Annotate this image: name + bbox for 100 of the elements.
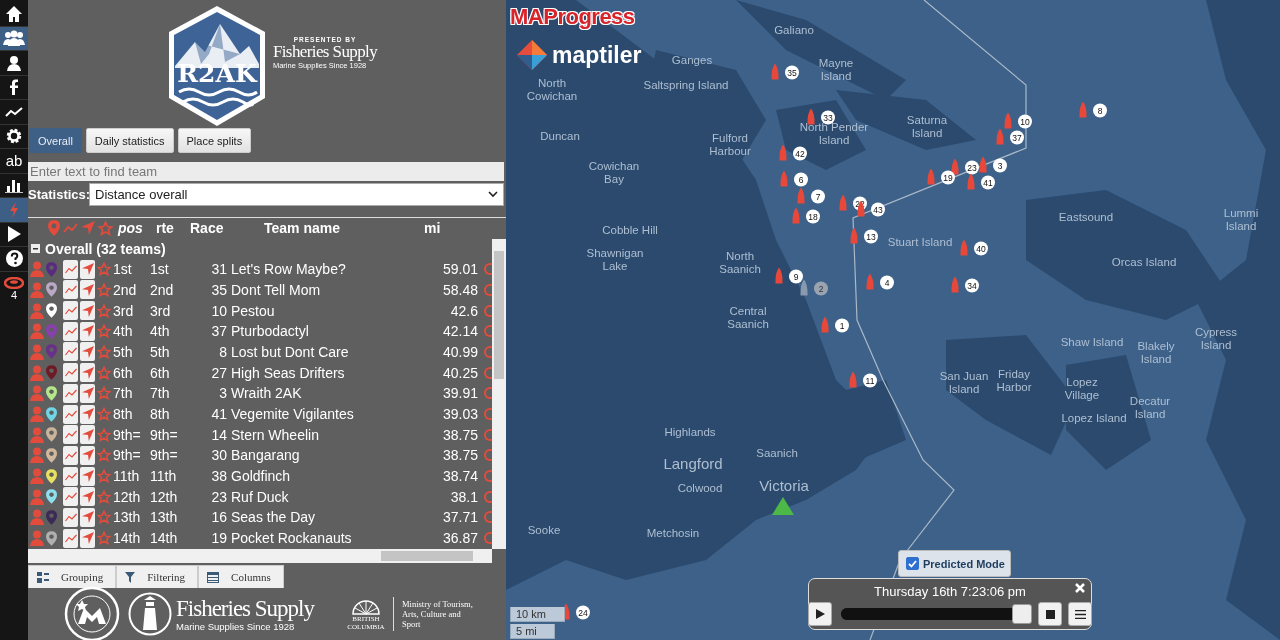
table-cell-text: 58.48 bbox=[441, 281, 478, 298]
navigation-arrow-button[interactable] bbox=[80, 528, 95, 548]
maptiler-logo-icon bbox=[516, 39, 548, 71]
person-icon[interactable] bbox=[30, 426, 44, 443]
navigation-arrow-icon bbox=[81, 408, 94, 421]
table-cell-text: 38.74 bbox=[441, 468, 478, 485]
navigation-arrow-button[interactable] bbox=[80, 363, 95, 383]
boat-icon[interactable] bbox=[800, 279, 808, 297]
table-cell-text: 19 bbox=[210, 530, 227, 547]
column-header[interactable]: Race bbox=[190, 220, 264, 237]
star-icon[interactable] bbox=[97, 344, 111, 359]
bar-chart-icon bbox=[5, 177, 23, 194]
pin-icon[interactable] bbox=[46, 489, 57, 505]
place-label: Blakely Island bbox=[1136, 340, 1176, 366]
group-button[interactable] bbox=[0, 26, 28, 51]
place-label: Cobble Hill bbox=[602, 223, 658, 237]
place-label: Ganges bbox=[671, 53, 713, 67]
search-field[interactable]: Enter text to find team bbox=[28, 162, 504, 182]
trend-icon bbox=[5, 105, 23, 118]
person-icon[interactable] bbox=[30, 281, 44, 298]
star-icon[interactable] bbox=[97, 282, 111, 297]
star-icon[interactable] bbox=[97, 427, 111, 442]
person-icon[interactable] bbox=[30, 261, 44, 278]
help-button[interactable] bbox=[0, 247, 28, 272]
grouping-icon bbox=[37, 571, 49, 583]
table-cell-text: 5th bbox=[150, 343, 171, 360]
place-label: Shaw Island bbox=[1060, 335, 1124, 349]
place-label: Shawnigan Lake bbox=[585, 247, 645, 273]
predicted-mode-checkbox[interactable]: Predicted Mode bbox=[898, 550, 1011, 577]
table-cell-text: 16 bbox=[210, 509, 227, 526]
scale-bar: 10 km bbox=[510, 607, 565, 622]
pin-icon[interactable] bbox=[46, 385, 57, 401]
tab[interactable]: Overall bbox=[29, 128, 82, 153]
play-button[interactable] bbox=[808, 602, 832, 626]
pin-icon[interactable] bbox=[46, 406, 57, 422]
table-cell-text: 42.6 bbox=[449, 302, 478, 319]
grouping-tab[interactable]: Grouping bbox=[28, 565, 117, 588]
star-icon[interactable] bbox=[97, 469, 111, 484]
pin-icon[interactable] bbox=[46, 427, 57, 443]
table-cell-text: 38.75 bbox=[441, 426, 478, 443]
place-label: Friday Harbor bbox=[995, 368, 1033, 394]
navigation-arrow-button[interactable] bbox=[80, 383, 95, 403]
trend-icon bbox=[64, 450, 77, 460]
navigation-arrow-button[interactable] bbox=[80, 425, 95, 445]
star-icon[interactable] bbox=[97, 324, 111, 339]
columns-tab[interactable]: Columns bbox=[198, 565, 284, 588]
navigation-arrow-button[interactable] bbox=[80, 487, 95, 507]
home-icon bbox=[5, 4, 23, 23]
table-cell-text: 38 bbox=[210, 468, 227, 485]
group-label: Overall (32 teams) bbox=[45, 240, 166, 257]
trend-icon bbox=[63, 223, 78, 234]
star-icon[interactable] bbox=[97, 531, 111, 546]
stop-button[interactable] bbox=[1038, 602, 1062, 626]
statistics-dropdown[interactable]: Distance overall bbox=[89, 182, 504, 206]
person-icon[interactable] bbox=[30, 343, 44, 360]
star-icon[interactable] bbox=[97, 448, 111, 463]
star-icon[interactable] bbox=[97, 386, 111, 401]
navigation-arrow-button[interactable] bbox=[80, 321, 95, 341]
star-icon[interactable] bbox=[97, 510, 111, 525]
pin-icon[interactable] bbox=[46, 530, 57, 546]
pin-icon[interactable] bbox=[46, 303, 57, 319]
sponsor-name: Fisheries Supply bbox=[272, 42, 378, 61]
navigation-arrow-button[interactable] bbox=[80, 342, 95, 362]
table-cell-text: 38.1 bbox=[449, 488, 478, 505]
star-icon[interactable] bbox=[97, 365, 111, 380]
navigation-arrow-button[interactable] bbox=[80, 301, 95, 321]
navigation-arrow-button[interactable] bbox=[80, 507, 95, 527]
navigation-arrow-button[interactable] bbox=[80, 445, 95, 465]
column-header[interactable]: Team name bbox=[264, 220, 424, 237]
star-icon[interactable] bbox=[97, 303, 111, 318]
column-header[interactable]: pos bbox=[118, 220, 156, 237]
close-icon[interactable] bbox=[1075, 583, 1085, 593]
pin-icon[interactable] bbox=[46, 282, 57, 298]
pin-icon[interactable] bbox=[46, 447, 57, 463]
column-header[interactable]: rte bbox=[156, 220, 190, 237]
star-icon[interactable] bbox=[97, 407, 111, 422]
tab[interactable]: Place splits bbox=[177, 128, 252, 153]
boat-icon[interactable] bbox=[951, 158, 959, 176]
filtering-tab[interactable]: Filtering bbox=[116, 565, 199, 588]
navigation-arrow-button[interactable] bbox=[80, 466, 95, 486]
navigation-arrow-button[interactable] bbox=[80, 280, 95, 300]
horizontal-scrollbar[interactable] bbox=[28, 548, 492, 563]
table-cell-text: 9th= bbox=[150, 426, 179, 443]
column-header[interactable]: mi bbox=[424, 220, 441, 237]
collapse-icon[interactable] bbox=[31, 244, 40, 254]
star-icon[interactable] bbox=[97, 262, 111, 277]
vertical-scrollbar[interactable] bbox=[492, 238, 506, 549]
trend-icon bbox=[64, 409, 77, 419]
person-icon[interactable] bbox=[30, 530, 44, 547]
menu-button[interactable] bbox=[1068, 602, 1092, 626]
place-label: Highlands bbox=[664, 425, 716, 439]
star-icon[interactable] bbox=[97, 489, 111, 504]
caret-icon bbox=[488, 190, 498, 198]
pin-icon[interactable] bbox=[46, 468, 57, 484]
tab[interactable]: Daily statistics bbox=[85, 128, 174, 153]
navigation-arrow-button[interactable] bbox=[80, 404, 95, 424]
table-cell-text: Dont Tell Mom bbox=[230, 281, 322, 298]
navigation-arrow-button[interactable] bbox=[80, 259, 95, 279]
person-icon[interactable] bbox=[30, 406, 44, 423]
boat-icon[interactable] bbox=[967, 173, 975, 191]
